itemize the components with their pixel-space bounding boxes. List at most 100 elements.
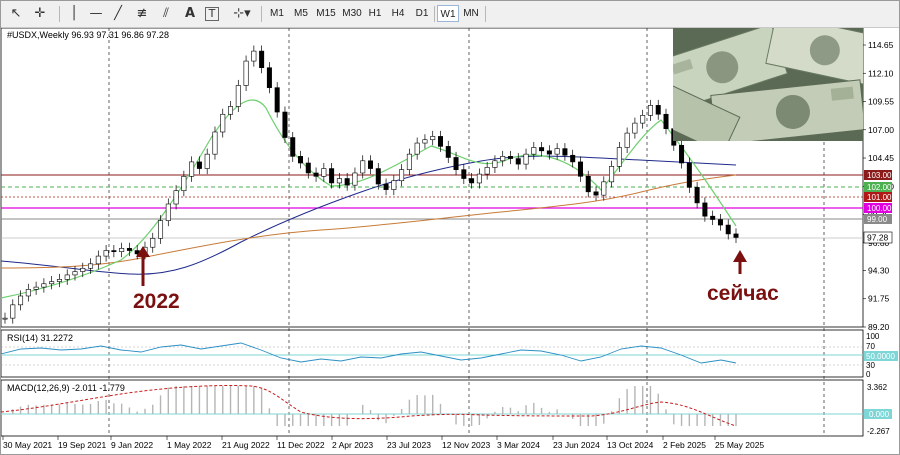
rsi-tick-0: 0 (866, 370, 871, 379)
candle-body (570, 154, 576, 163)
candle-body (679, 144, 685, 164)
shapes-dropdown-icon[interactable]: ⊹▾ (229, 5, 255, 22)
candle-body (375, 168, 381, 185)
candle-body (593, 191, 599, 196)
candle-body (585, 176, 591, 193)
candle-body (492, 160, 498, 168)
chart-area[interactable]: 2022 сейчас #USDX,Weekly 96.93 97.31 96.… (1, 27, 899, 454)
candle-body (336, 178, 342, 184)
trendline-icon[interactable]: ╱ (109, 5, 127, 22)
candle-body (204, 153, 210, 169)
candle-body (461, 169, 467, 179)
rsi-tick-30: 30 (866, 361, 875, 370)
rsi-tick-100: 100 (866, 332, 880, 341)
candle-body (624, 132, 630, 148)
candle-body (445, 146, 451, 158)
timeframe-h1[interactable]: H1 (365, 5, 385, 22)
candle-body (25, 289, 31, 297)
candle-body (453, 157, 459, 170)
candle-body (562, 148, 568, 156)
level-badges: 103.00 102.00101.00 100.00 99.00 (864, 170, 892, 224)
candle-body (313, 172, 319, 177)
candle-body (196, 161, 202, 169)
candle-body (95, 255, 101, 265)
time-tick-label: 2 Feb 2025 (663, 440, 706, 450)
candle-body (189, 161, 195, 177)
time-tick-label: 25 May 2025 (715, 440, 764, 450)
timeframe-m5[interactable]: M5 (291, 5, 311, 22)
macd-tick-top: 3.362 (867, 383, 888, 392)
horizontal-line-icon[interactable]: — (87, 5, 105, 22)
candle-body (212, 131, 218, 155)
candle-body (546, 150, 552, 155)
candle-body (515, 158, 521, 165)
price-tick-label: 114.65 (868, 40, 894, 50)
candle-body (251, 50, 257, 62)
rsi-label: RSI(14) 31.2272 (7, 333, 73, 343)
candle-body (228, 106, 234, 115)
candle-body (33, 286, 39, 290)
candle-body (64, 274, 70, 280)
timeframe-d1[interactable]: D1 (412, 5, 432, 22)
timeframe-m15[interactable]: M15 (314, 5, 338, 22)
candle-body (88, 263, 94, 269)
candle-body (616, 147, 622, 167)
time-axis: 30 May 2021 19 Sep 2021 9 Jan 2022 1 May 20… (2, 436, 764, 450)
vertical-line-icon[interactable]: │ (65, 5, 83, 22)
text-tool-icon[interactable]: A (181, 5, 199, 22)
macd-panel-frame (1, 379, 864, 437)
candle-body (220, 113, 226, 133)
candle-body (523, 153, 529, 165)
timeframe-h4[interactable]: H4 (388, 5, 408, 22)
annotation-now: сейчас (707, 282, 779, 305)
timeframe-m30[interactable]: M30 (340, 5, 364, 22)
time-tick-label: 12 Nov 2023 (442, 440, 490, 450)
timeframe-mn[interactable]: MN (460, 5, 482, 22)
candle-body (344, 178, 350, 186)
candle-body (321, 168, 327, 177)
candle-body (476, 173, 482, 184)
candle-body (298, 156, 304, 164)
fibonacci-icon[interactable]: ≢ (133, 5, 151, 22)
candle-body (10, 304, 16, 319)
candle-body (632, 122, 638, 134)
candle-body (2, 317, 8, 320)
candle-body (367, 160, 373, 169)
candle-body (150, 238, 156, 248)
candle-body (554, 148, 560, 155)
candle-body (507, 156, 513, 159)
candle-body (72, 271, 78, 276)
candle-body (165, 203, 171, 221)
candle-body (694, 187, 700, 204)
toolbar-separator (261, 6, 262, 22)
price-tick-label: 89.20 (868, 322, 890, 332)
candle-body (710, 215, 716, 220)
candle-body (647, 105, 653, 116)
candle-body (352, 172, 358, 186)
candle-body (158, 220, 164, 239)
rsi-badge-label: 50.0000 (866, 352, 895, 361)
crosshair-icon[interactable]: ✛ (31, 5, 49, 22)
candle-body (655, 105, 661, 115)
candle-body (430, 136, 436, 141)
candle-body (686, 162, 692, 188)
candle-body (539, 147, 545, 152)
timeframe-m1[interactable]: M1 (267, 5, 287, 22)
time-tick-label: 13 Oct 2024 (607, 440, 654, 450)
toolbar-separator (485, 6, 486, 22)
current-price-label: 97.28 (867, 233, 889, 243)
candle-body (80, 267, 86, 272)
candle-body (725, 224, 731, 235)
candle-body (609, 166, 615, 183)
rsi-tick-70: 70 (866, 342, 875, 351)
time-tick-label: 11 Dec 2022 (277, 440, 325, 450)
text-label-icon[interactable]: T (205, 7, 219, 21)
channel-icon[interactable]: ⫽ (157, 5, 175, 22)
timeframe-w1[interactable]: W1 (437, 5, 459, 22)
candle-body (266, 67, 272, 88)
candle-body (126, 248, 132, 251)
candle-body (181, 176, 187, 192)
arrow-cursor-icon[interactable]: ↖ (7, 5, 25, 22)
candle-body (235, 85, 241, 107)
candle-body (305, 162, 311, 174)
